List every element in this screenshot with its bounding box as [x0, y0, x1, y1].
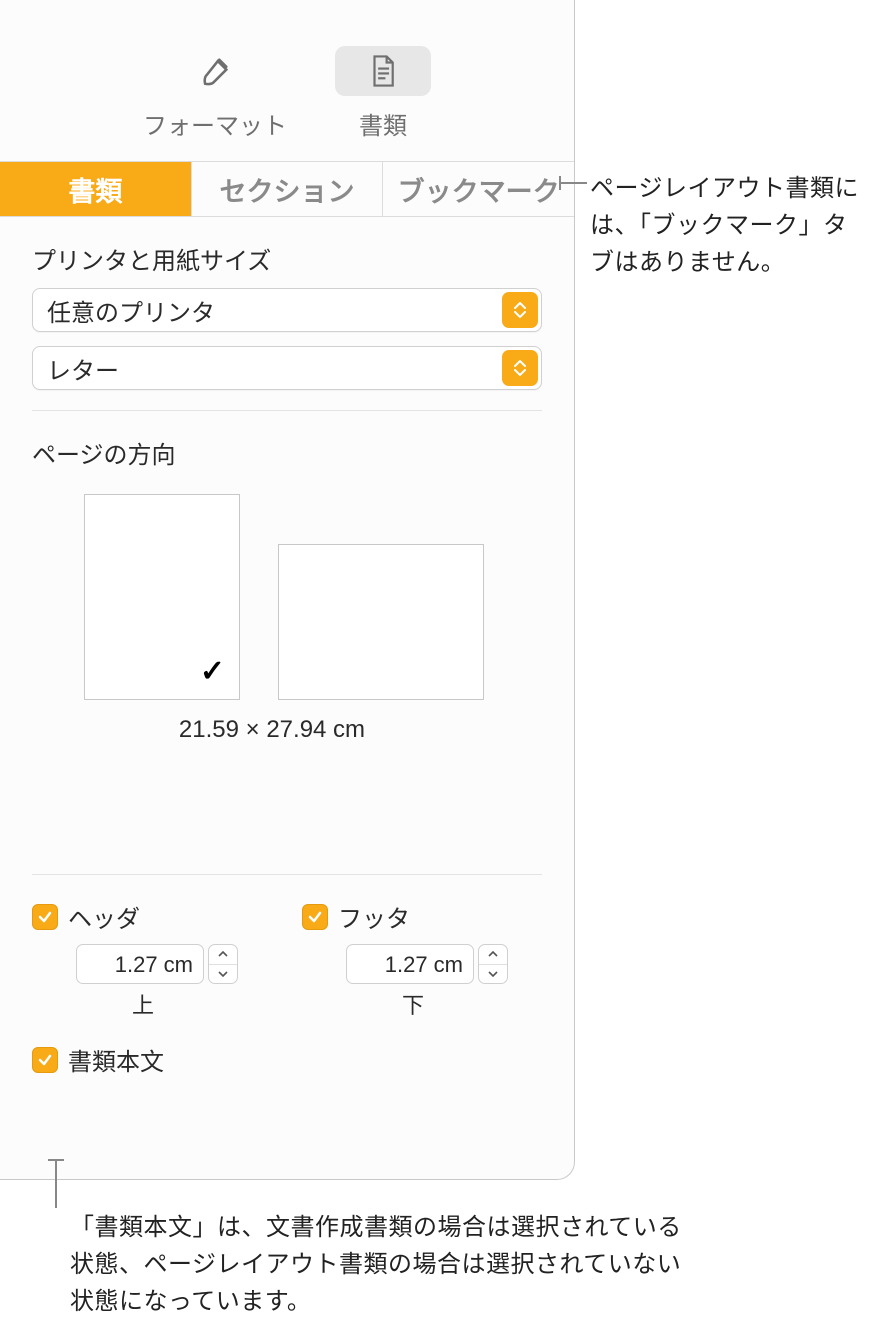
inspector-panel: フォーマット 書類 書類 セクション ブックマーク プリンタと用紙サイズ 任意の…: [0, 0, 575, 1180]
bottom-label: 下: [402, 988, 542, 1020]
chevron-up-icon: [479, 945, 507, 965]
page-dimensions: 21.59 × 27.94 cm: [2, 716, 542, 744]
chevron-up-icon: [209, 945, 237, 965]
paper-value: レター: [47, 351, 119, 386]
callout-leader: [55, 1160, 57, 1208]
tab-document[interactable]: 書類: [0, 162, 192, 216]
format-button[interactable]: フォーマット: [131, 40, 299, 147]
document-body-label: 書類本文: [68, 1042, 164, 1077]
orientation-row: ✓: [84, 494, 542, 700]
popup-arrows-icon: [502, 350, 538, 386]
bookmark-callout: ページレイアウト書類には、「ブックマーク」タブはありません。: [590, 170, 870, 282]
document-icon: [368, 54, 398, 88]
orientation-portrait[interactable]: ✓: [84, 494, 240, 700]
checkmark-icon: ✓: [200, 654, 225, 689]
document-button[interactable]: 書類: [323, 40, 443, 147]
header-footer-row: ヘッダ 1.27 cm 上 フッタ: [32, 899, 542, 1020]
tab-section[interactable]: セクション: [192, 162, 384, 216]
chevron-down-icon: [209, 965, 237, 984]
tab-bookmark[interactable]: ブックマーク: [383, 162, 574, 216]
chevron-down-icon: [479, 965, 507, 984]
tab-bar: 書類 セクション ブックマーク: [0, 162, 574, 217]
printer-popup[interactable]: 任意のプリンタ: [32, 288, 542, 332]
printer-value: 任意のプリンタ: [47, 293, 215, 328]
footer-checkbox[interactable]: [302, 904, 328, 930]
body-callout: 「書類本文」は、文書作成書類の場合は選択されている状態、ページレイアウト書類の場…: [70, 1209, 690, 1321]
callout-leader: [561, 182, 587, 184]
orientation-title: ページの方向: [32, 435, 542, 470]
toolbar: フォーマット 書類: [0, 0, 574, 162]
document-label: 書類: [359, 106, 407, 141]
header-stepper[interactable]: [208, 944, 238, 984]
popup-arrows-icon: [502, 292, 538, 328]
footer-margin-input[interactable]: 1.27 cm: [346, 944, 474, 984]
printer-section-title: プリンタと用紙サイズ: [32, 241, 542, 276]
header-margin-input[interactable]: 1.27 cm: [76, 944, 204, 984]
header-label: ヘッダ: [68, 899, 140, 934]
top-label: 上: [132, 988, 272, 1020]
paintbrush-icon: [198, 54, 232, 88]
header-checkbox[interactable]: [32, 904, 58, 930]
footer-stepper[interactable]: [478, 944, 508, 984]
paper-size-popup[interactable]: レター: [32, 346, 542, 390]
document-body-checkbox[interactable]: [32, 1047, 58, 1073]
footer-label: フッタ: [338, 899, 410, 934]
format-label: フォーマット: [143, 106, 287, 141]
orientation-landscape[interactable]: [278, 544, 484, 700]
divider: [32, 874, 542, 875]
divider: [32, 410, 542, 411]
